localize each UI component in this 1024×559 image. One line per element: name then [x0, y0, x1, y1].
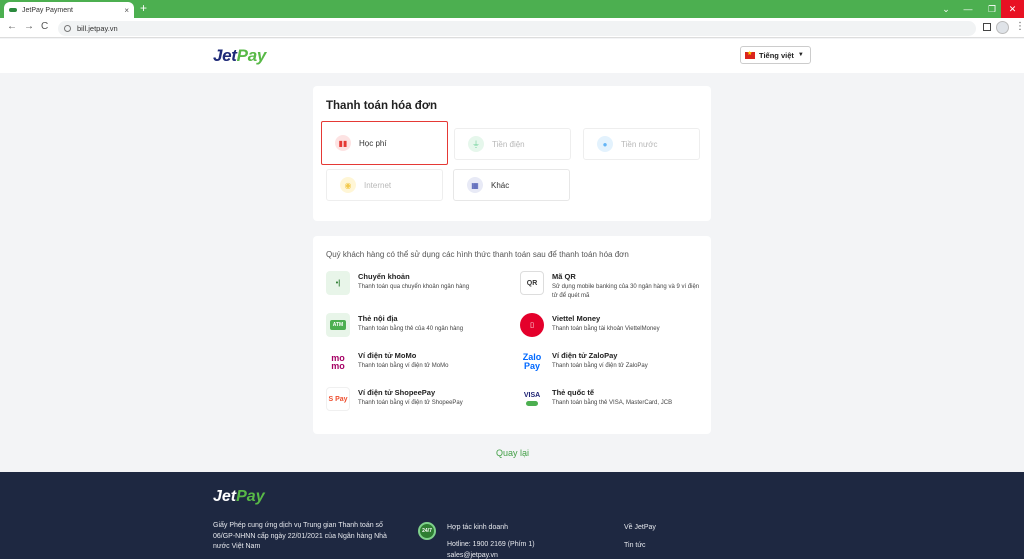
footer-logo-jet: Jet — [213, 488, 237, 505]
business-title: Hợp tác kinh doanh — [447, 524, 509, 531]
viettel-money-icon: ▯ — [520, 313, 544, 337]
footer-link-news[interactable]: Tin tức — [624, 540, 656, 551]
support-247-icon: 24/7 — [418, 522, 436, 540]
footer-links: Về JetPay Tin tức — [624, 522, 656, 558]
payment-method-title: Thẻ quốc tế — [552, 388, 595, 397]
bill-payment-card: Thanh toán hóa đơn ▮▮ Học phí ⏚ Tiền điệ… — [313, 86, 711, 221]
payment-method-desc: Thanh toán bằng ví điện tử ShopeePay — [358, 400, 463, 406]
zalopay-logo-icon: Zalo Pay — [522, 352, 542, 371]
back-arrow-icon[interactable]: ← — [7, 21, 17, 32]
payment-method-desc: Thanh toán qua chuyển khoản ngân hàng — [358, 284, 470, 290]
logo-pay-text: Pay — [236, 46, 267, 65]
forward-arrow-icon[interactable]: → — [24, 21, 34, 32]
footer-link-about[interactable]: Về JetPay — [624, 522, 656, 533]
url-input[interactable]: bill.jetpay.vn — [58, 21, 976, 36]
tab-search-icon[interactable]: ⌄ — [934, 0, 958, 18]
caret-down-icon: ▼ — [797, 52, 804, 58]
momo-logo-icon: mo mo — [331, 353, 345, 371]
payment-method-item: VISA Thẻ quốc tế Thanh toán bằng thẻ VIS… — [520, 387, 710, 417]
payment-method-desc: Thanh toán bằng ví điện tử ZaloPay — [552, 363, 648, 369]
service-label: Tiền điện — [492, 139, 525, 149]
atm-card-icon: ATM — [326, 313, 350, 337]
visa-card-icon: VISA — [520, 387, 544, 411]
shopeepay-logo-icon: S Pay — [326, 387, 350, 411]
payment-method-desc: Thanh toán bằng thẻ của 40 ngân hàng — [358, 326, 464, 332]
qr-code-icon: QR — [520, 271, 544, 295]
payment-method-item: S Pay Ví điện tử ShopeePay Thanh toán bằ… — [326, 387, 516, 417]
bill-section-title: Thanh toán hóa đơn — [326, 100, 438, 112]
payment-method-desc: Thanh toán bằng tài khoản ViettelMoney — [552, 326, 660, 332]
hotline-text: Hotline: 1900 2169 (Phím 1) — [447, 541, 535, 548]
logo-jet-text: Jet — [213, 46, 237, 65]
service-internet: ◉ Internet — [326, 169, 443, 201]
url-text: bill.jetpay.vn — [77, 24, 118, 33]
service-label: Tiền nước — [621, 139, 658, 149]
payment-methods-card: Quý khách hàng có thể sử dụng các hình t… — [313, 236, 711, 434]
payment-method-item: QR Mã QR Sử dụng mobile banking của 30 n… — [520, 271, 710, 301]
card-stripe-icon — [526, 401, 538, 406]
language-select[interactable]: Tiếng việt ▼ — [740, 46, 811, 64]
visa-label: VISA — [523, 392, 541, 399]
service-other[interactable]: ▦ Khác — [453, 169, 570, 201]
payment-method-title: Ví điện tử ShopeePay — [358, 388, 436, 397]
reload-icon[interactable]: C — [41, 21, 48, 32]
service-electricity: ⏚ Tiền điện — [454, 128, 571, 160]
site-info-icon[interactable] — [64, 25, 71, 32]
language-label: Tiếng việt — [759, 50, 794, 60]
payment-method-item: •| Chuyển khoản Thanh toán qua chuyển kh… — [326, 271, 516, 301]
jetpay-logo[interactable]: JetPay — [213, 46, 266, 66]
payment-method-item: ATM Thẻ nội địa Thanh toán bằng thẻ của … — [326, 313, 516, 343]
service-label: Học phí — [359, 138, 387, 148]
profile-avatar[interactable] — [996, 21, 1009, 34]
address-bar: ← → C bill.jetpay.vn ⋮ — [0, 18, 1024, 38]
payment-method-title: Viettel Money — [552, 314, 601, 323]
back-link[interactable]: Quay lại — [496, 448, 529, 458]
menu-kebab-icon[interactable]: ⋮ — [1015, 21, 1024, 32]
service-label: Khác — [491, 180, 510, 190]
browser-tab-bar: JetPay Payment × + ⌄ — ❐ ✕ — [0, 0, 1024, 18]
internet-icon: ◉ — [340, 177, 356, 193]
electricity-icon: ⏚ — [468, 136, 484, 152]
close-tab-icon[interactable]: × — [124, 6, 129, 15]
payment-method-title: Chuyển khoản — [358, 272, 410, 281]
tab-title: JetPay Payment — [22, 6, 73, 14]
payment-method-desc: Thanh toán bằng thẻ VISA, MasterCard, JC… — [552, 400, 673, 406]
email-link[interactable]: sales@jetpay.vn — [447, 550, 535, 559]
payment-method-item: ▯ Viettel Money Thanh toán bằng tài khoả… — [520, 313, 710, 343]
footer-logo-pay: Pay — [236, 488, 265, 505]
side-panel-icon[interactable] — [983, 23, 991, 31]
payment-methods-intro: Quý khách hàng có thể sử dụng các hình t… — [326, 250, 629, 259]
payment-method-desc: Sử dụng mobile banking của 30 ngân hàng … — [552, 284, 700, 299]
water-icon: ● — [597, 136, 613, 152]
browser-tab[interactable]: JetPay Payment × — [4, 2, 134, 18]
bank-transfer-icon: •| — [326, 271, 350, 295]
window-close-icon[interactable]: ✕ — [1001, 0, 1024, 18]
payment-method-item: mo mo Ví điện tử MoMo Thanh toán bằng ví… — [326, 350, 516, 380]
favicon-icon — [9, 8, 17, 12]
atm-label: ATM — [329, 320, 347, 330]
payment-method-desc: Thanh toán bằng ví điện tử MoMo — [358, 363, 449, 369]
payment-method-title: Ví điện tử MoMo — [358, 351, 417, 360]
tuition-icon: ▮▮ — [335, 135, 351, 151]
payment-method-item: Zalo Pay Ví điện tử ZaloPay Thanh toán b… — [520, 350, 710, 380]
payment-method-title: Mã QR — [552, 272, 576, 281]
grid-icon: ▦ — [467, 177, 483, 193]
footer-logo[interactable]: JetPay — [213, 488, 265, 506]
vietnam-flag-icon — [745, 50, 755, 59]
minimize-icon[interactable]: — — [956, 0, 980, 18]
site-header: JetPay Tiếng việt ▼ — [0, 39, 1024, 73]
payment-method-title: Thẻ nội địa — [358, 314, 398, 323]
service-label: Internet — [364, 180, 392, 190]
business-contact: Hợp tác kinh doanh Hotline: 1900 2169 (P… — [447, 522, 535, 559]
site-footer: JetPay Giấy Phép cung ứng dịch vụ Trung … — [0, 472, 1024, 559]
service-water: ● Tiền nước — [583, 128, 700, 160]
license-text: Giấy Phép cung ứng dịch vụ Trung gian Th… — [213, 522, 387, 550]
service-tuition[interactable]: ▮▮ Học phí — [321, 121, 448, 165]
payment-method-title: Ví điện tử ZaloPay — [552, 351, 618, 360]
new-tab-button[interactable]: + — [140, 1, 147, 15]
